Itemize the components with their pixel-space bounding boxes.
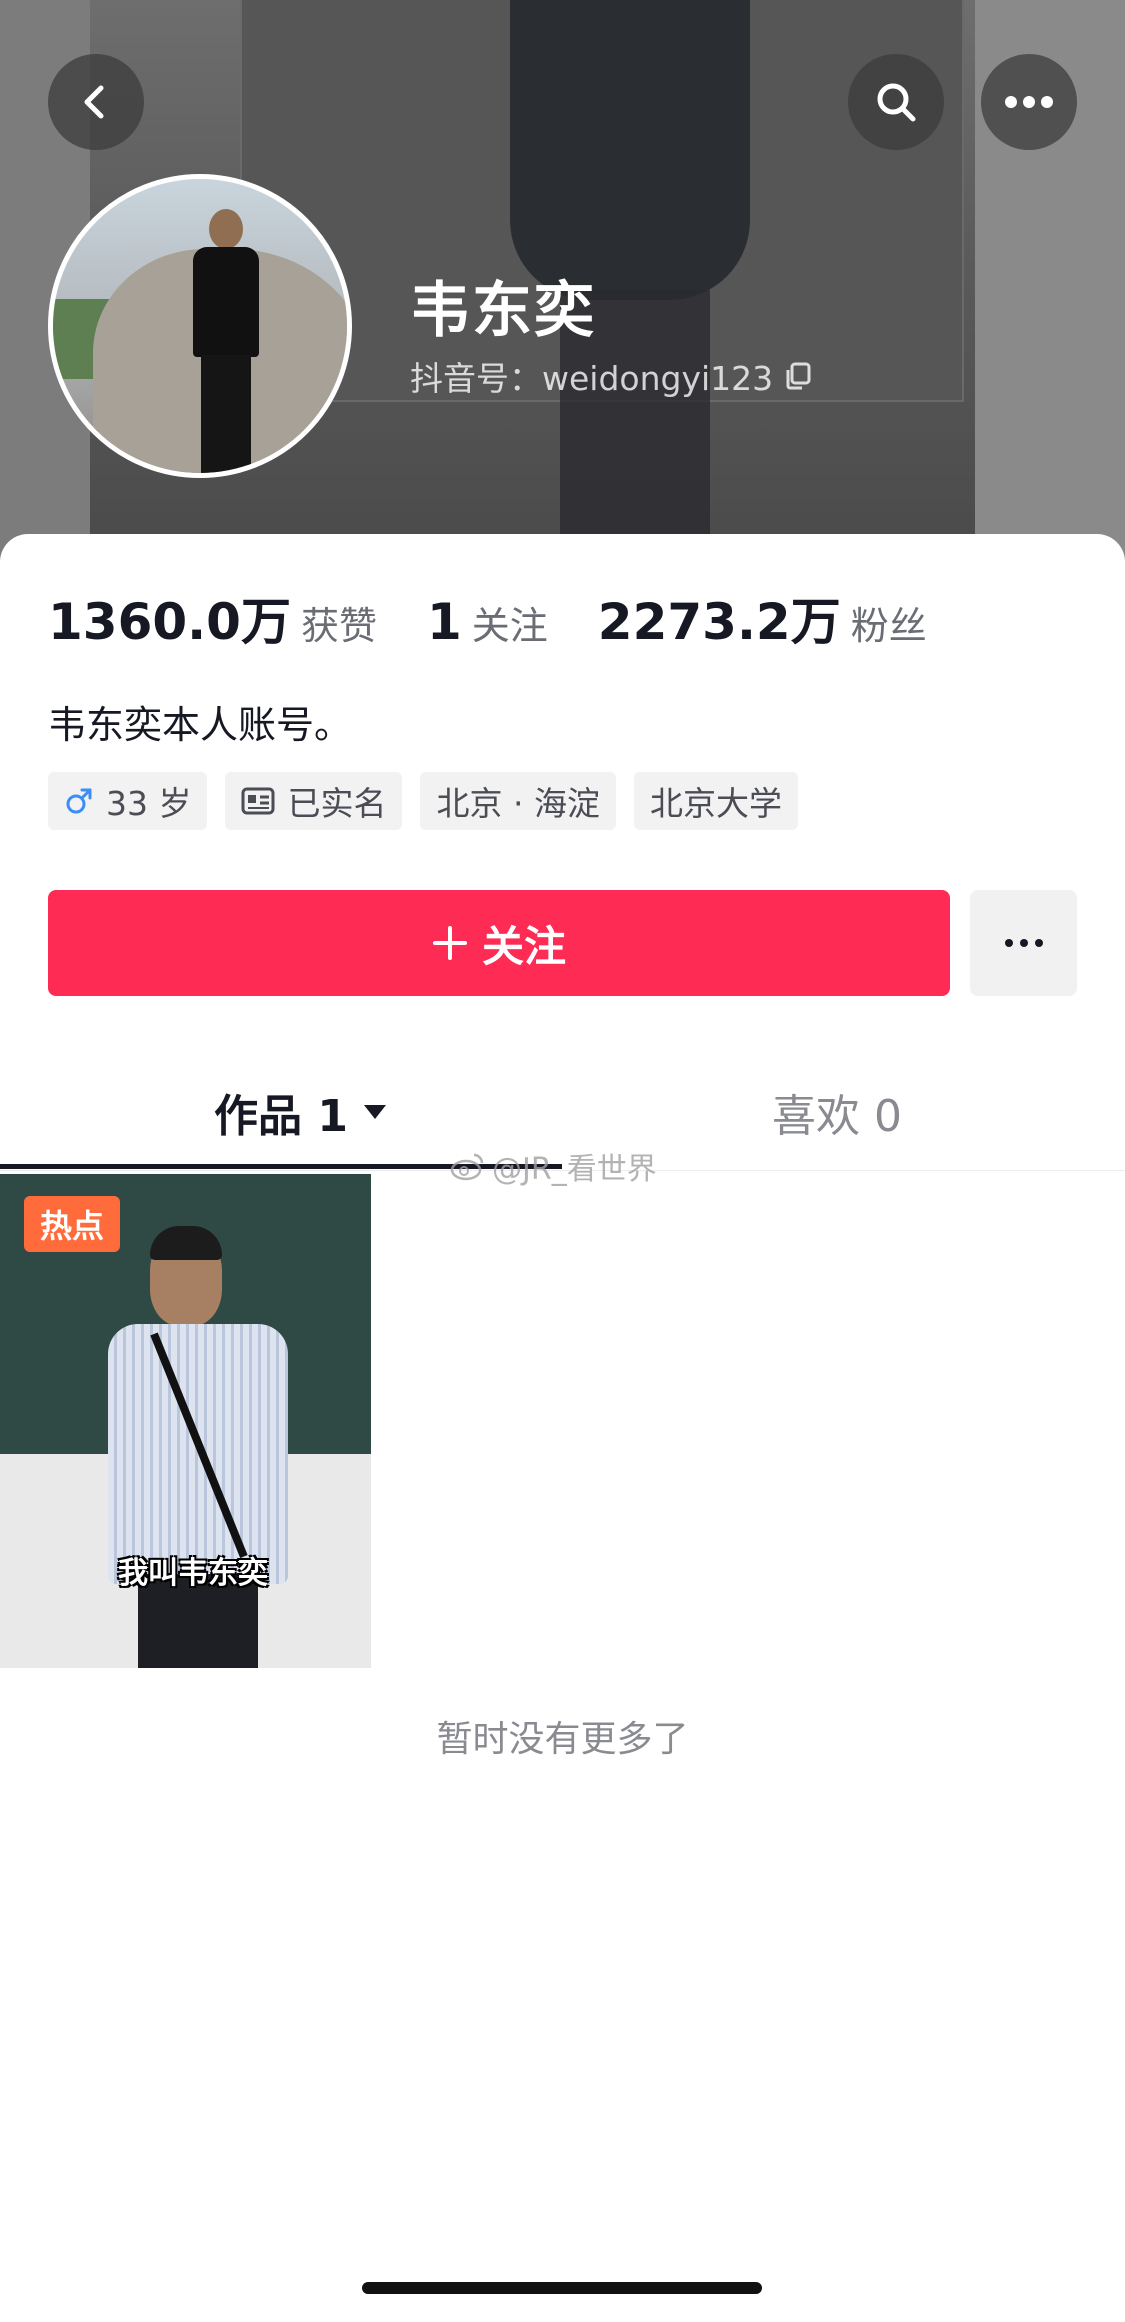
weibo-icon: [450, 1153, 484, 1181]
home-indicator[interactable]: [362, 2282, 762, 2294]
tab-works-label: 作品 1: [214, 1091, 348, 1142]
more-dots-icon: [1005, 96, 1053, 108]
tag-label: 北京 · 海淀: [436, 784, 600, 823]
id-card-icon: [241, 787, 275, 815]
video-thumbnail[interactable]: 热点 我叫韦东奕: [0, 1174, 371, 1668]
tag-gender-age: 33 岁: [48, 772, 208, 830]
stat-likes[interactable]: 1360.0万 获赞: [48, 582, 377, 654]
watermark-text: @JR_看世界: [492, 1152, 657, 1187]
profile-bio: 韦东奕本人账号。: [48, 703, 353, 747]
stat-followers[interactable]: 2273.2万 粉丝: [598, 582, 927, 654]
tab-likes-label: 喜欢 0: [772, 1091, 902, 1142]
tab-works[interactable]: 作品 1: [214, 1054, 388, 1170]
tag-verified[interactable]: 已实名: [225, 772, 403, 830]
profile-tags: 33 岁 已实名 北京 · 海淀 北京大学: [48, 772, 798, 830]
stat-label: 粉丝: [850, 604, 927, 648]
male-icon: [66, 788, 92, 814]
hot-badge: 热点: [24, 1196, 120, 1252]
more-options-button[interactable]: [981, 54, 1077, 150]
douyin-id-text: 抖音号：weidongyi123: [410, 359, 774, 398]
stat-value: 1: [426, 593, 462, 651]
stat-following[interactable]: 1 关注: [427, 593, 548, 651]
douyin-id[interactable]: 抖音号：weidongyi123: [410, 352, 813, 400]
more-actions-button[interactable]: [970, 890, 1077, 996]
profile-card: 1360.0万 获赞 1 关注 2273.2万 粉丝 韦东奕本人账号。 33 岁: [0, 534, 1125, 2322]
tag-label: 33 岁: [106, 784, 192, 823]
no-more-text: 暂时没有更多了: [436, 1719, 689, 1760]
tab-likes[interactable]: 喜欢 0: [772, 1054, 902, 1170]
search-button[interactable]: [848, 54, 944, 150]
chevron-left-icon: [84, 85, 104, 119]
profile-name: 韦东奕: [410, 276, 596, 346]
avatar-person-pants: [201, 355, 251, 473]
tag-label: 北京大学: [649, 784, 782, 823]
tag-label: 已实名: [287, 784, 387, 823]
watermark: @JR_看世界: [450, 1144, 657, 1188]
stat-label: 获赞: [300, 604, 377, 648]
profile-header: 韦东奕 抖音号：weidongyi123: [0, 0, 1125, 560]
follow-button-label: 关注: [481, 921, 566, 971]
avatar-person-torso: [193, 247, 259, 357]
avatar[interactable]: [48, 174, 352, 478]
stats-row: 1360.0万 获赞 1 关注 2273.2万 粉丝: [48, 582, 977, 654]
avatar-person: [193, 209, 259, 473]
follow-button[interactable]: 关注: [48, 890, 950, 996]
plus-icon: [432, 926, 467, 960]
avatar-person-head: [209, 209, 243, 249]
search-icon: [877, 83, 916, 122]
triangle-down-icon: [363, 1105, 386, 1119]
stat-value: 1360.0万: [48, 593, 291, 651]
more-dots-icon: [1004, 939, 1043, 947]
stat-value: 2273.2万: [597, 593, 841, 651]
tag-school[interactable]: 北京大学: [633, 772, 798, 830]
stat-label: 关注: [471, 604, 548, 648]
tag-location[interactable]: 北京 · 海淀: [420, 772, 616, 830]
video-caption: 我叫韦东奕: [118, 1556, 268, 1591]
back-button[interactable]: [48, 54, 144, 150]
copy-icon[interactable]: [783, 361, 813, 391]
header-bg-person: [510, 0, 750, 300]
